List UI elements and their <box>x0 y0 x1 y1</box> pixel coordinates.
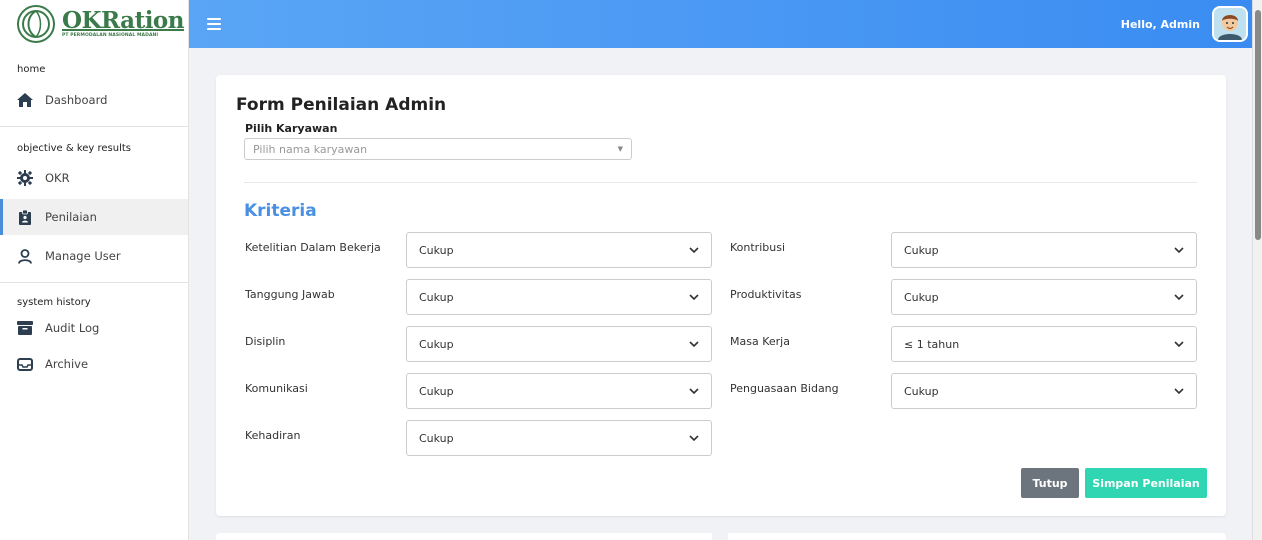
user-icon <box>17 248 33 264</box>
save-assessment-button[interactable]: Simpan Penilaian <box>1085 468 1207 498</box>
criteria-label: Penguasaan Bidang <box>730 382 839 395</box>
criteria-select-value: Cukup <box>419 243 454 257</box>
employee-select-placeholder: Pilih nama karyawan <box>253 142 368 156</box>
avatar[interactable] <box>1212 6 1248 42</box>
sidebar-item-label: Penilaian <box>45 210 97 224</box>
criteria-label: Tanggung Jawab <box>245 288 335 301</box>
inbox-icon <box>17 356 33 372</box>
sidebar-item-label: Dashboard <box>45 93 108 107</box>
criteria-select[interactable]: Cukup <box>891 279 1197 315</box>
top-header: Hello, Admin <box>189 0 1262 48</box>
nav-group-home: home <box>17 64 46 75</box>
sidebar-item-dashboard[interactable]: Dashboard <box>0 82 188 118</box>
employee-select-label: Pilih Karyawan <box>245 122 338 135</box>
sidebar-item-label: Manage User <box>45 249 121 263</box>
chevron-down-icon <box>689 245 699 255</box>
criteria-label: Kehadiran <box>245 429 301 442</box>
sidebar-item-manage-user[interactable]: Manage User <box>0 238 188 274</box>
form-card: Form Penilaian Admin Pilih Karyawan Pili… <box>216 75 1226 516</box>
chevron-down-icon <box>689 386 699 396</box>
page-scrollbar[interactable] <box>1252 0 1262 540</box>
brand-logo-icon <box>17 5 55 43</box>
employee-select[interactable]: Pilih nama karyawan ▼ <box>244 138 632 160</box>
clipboard-icon <box>17 209 33 225</box>
chevron-down-icon <box>689 292 699 302</box>
scrollbar-thumb[interactable] <box>1255 10 1261 240</box>
user-greeting: Hello, Admin <box>1120 17 1200 31</box>
section-divider <box>244 182 1197 183</box>
nav-group-okr: objective & key results <box>17 143 132 154</box>
chevron-down-icon <box>1174 339 1184 349</box>
form-title: Form Penilaian Admin <box>236 95 447 115</box>
criteria-select-value: Cukup <box>904 243 939 257</box>
close-button[interactable]: Tutup <box>1021 468 1079 498</box>
criteria-label: Produktivitas <box>730 288 802 301</box>
criteria-select[interactable]: Cukup <box>891 373 1197 409</box>
chevron-down-icon <box>1174 292 1184 302</box>
criteria-label: Disiplin <box>245 335 286 348</box>
sidebar-item-label: Archive <box>45 357 89 371</box>
section-title: Kriteria <box>244 201 317 221</box>
criteria-select[interactable]: Cukup <box>406 373 712 409</box>
criteria-select-value: Cukup <box>419 290 454 304</box>
sidebar-item-archive[interactable]: Archive <box>0 346 188 382</box>
sidebar: OKRation PT PERMODALAN NASIONAL MADANI h… <box>0 0 189 540</box>
chevron-down-icon <box>1174 386 1184 396</box>
sidebar-item-label: OKR <box>45 171 70 185</box>
criteria-select[interactable]: Cukup <box>406 420 712 456</box>
hamburger-icon[interactable] <box>207 18 221 30</box>
criteria-select-value: ≤ 1 tahun <box>904 337 960 351</box>
sidebar-item-label: Audit Log <box>45 321 100 335</box>
criteria-label: Ketelitian Dalam Bekerja <box>245 241 381 254</box>
criteria-select-value: Cukup <box>904 384 939 398</box>
nav-group-system-history: system history <box>17 297 91 308</box>
brand-title: OKRation <box>62 7 185 35</box>
criteria-label: Komunikasi <box>245 382 308 395</box>
chevron-down-icon <box>1174 245 1184 255</box>
sidebar-item-penilaian[interactable]: Penilaian <box>0 199 188 235</box>
caret-down-icon: ▼ <box>617 145 623 153</box>
archive-box-icon <box>17 320 33 336</box>
criteria-select[interactable]: Cukup <box>406 232 712 268</box>
chevron-down-icon <box>689 433 699 443</box>
criteria-select-value: Cukup <box>419 431 454 445</box>
card-gap <box>712 533 728 540</box>
criteria-select-value: Cukup <box>419 337 454 351</box>
criteria-select[interactable]: ≤ 1 tahun <box>891 326 1197 362</box>
gear-icon <box>17 170 33 186</box>
criteria-select-value: Cukup <box>904 290 939 304</box>
criteria-label: Kontribusi <box>730 241 785 254</box>
chevron-down-icon <box>689 339 699 349</box>
criteria-select[interactable]: Cukup <box>891 232 1197 268</box>
brand-logo[interactable]: OKRation PT PERMODALAN NASIONAL MADANI <box>0 0 188 48</box>
sidebar-item-audit-log[interactable]: Audit Log <box>0 310 188 346</box>
home-icon <box>17 92 33 108</box>
criteria-select[interactable]: Cukup <box>406 279 712 315</box>
criteria-select[interactable]: Cukup <box>406 326 712 362</box>
criteria-select-value: Cukup <box>419 384 454 398</box>
criteria-label: Masa Kerja <box>730 335 790 348</box>
sidebar-item-okr[interactable]: OKR <box>0 160 188 196</box>
brand-subtitle: PT PERMODALAN NASIONAL MADANI <box>62 33 159 39</box>
